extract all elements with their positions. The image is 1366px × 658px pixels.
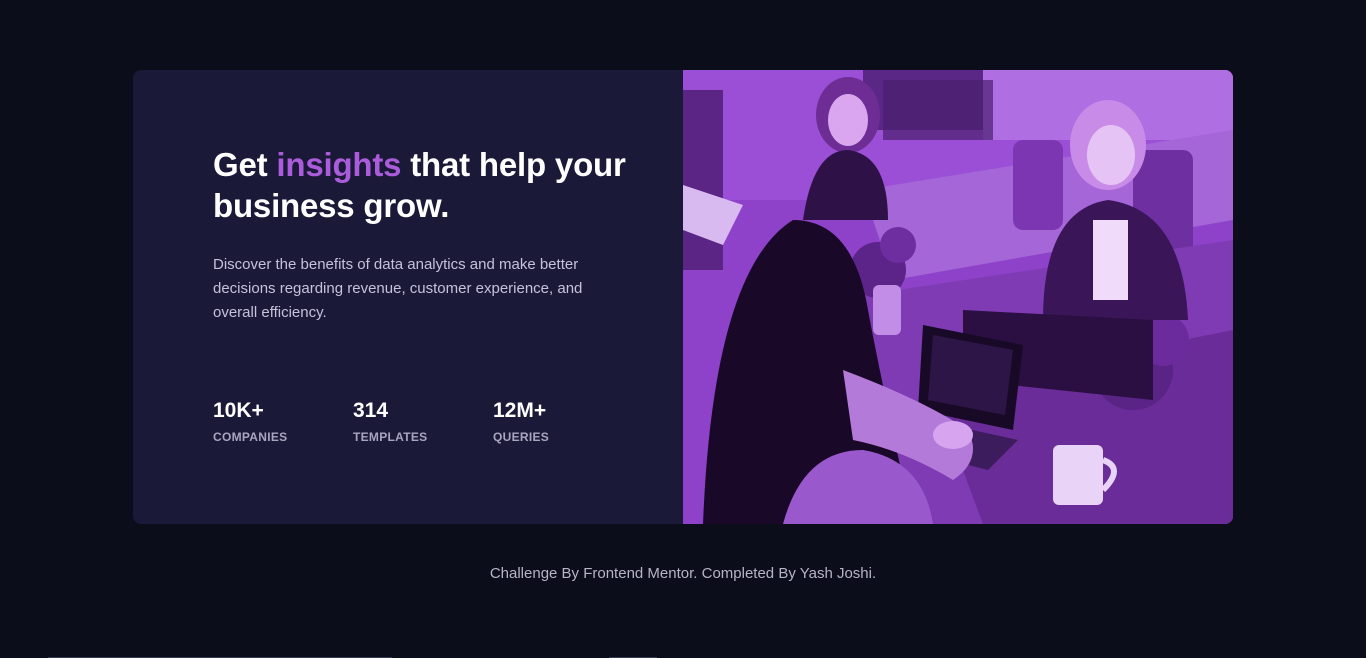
stat-label: TEMPLATES — [353, 430, 428, 444]
stat-value: 12M+ — [493, 399, 547, 422]
office-team-image — [683, 70, 1233, 524]
stat-templates: 314 TEMPLATES — [353, 398, 493, 444]
headline-text-start: Get — [213, 146, 277, 183]
stat-label: COMPANIES — [213, 430, 288, 444]
stat-companies: 10K+ COMPANIES — [213, 398, 353, 444]
card-content: Get insights that help your business gro… — [133, 70, 683, 524]
headline-accent-word: insights — [276, 146, 402, 183]
stats-row: 10K+ COMPANIES 314 TEMPLATES 12M+ QUERIE… — [213, 398, 633, 444]
card-headline: Get insights that help your business gro… — [213, 144, 633, 226]
stat-value: 10K+ — [213, 399, 264, 422]
attribution-footer: Challenge By Frontend Mentor. Completed … — [489, 565, 877, 582]
card-description: Discover the benefits of data analytics … — [213, 256, 583, 321]
office-photo-illustration — [683, 70, 1233, 524]
stat-label: QUERIES — [493, 430, 550, 444]
stat-value: 314 — [353, 399, 389, 422]
stat-queries: 12M+ QUERIES — [493, 398, 633, 444]
stats-preview-card: Get insights that help your business gro… — [133, 70, 1233, 524]
